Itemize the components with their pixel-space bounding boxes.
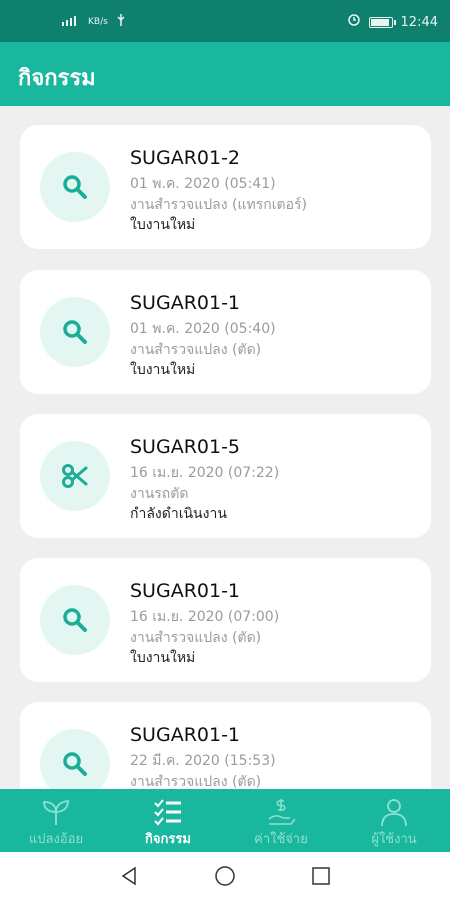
app-bar: กิจกรรม [0,42,450,106]
activity-status: ใบงานใหม่ [130,650,196,666]
sprout-icon [43,799,69,825]
search-icon [63,320,87,344]
back-icon[interactable] [117,864,141,888]
activity-card[interactable]: SUGAR01-1 16 เม.ย. 2020 (07:00) งานสำรวจ… [20,558,431,682]
activity-date: 01 พ.ค. 2020 (05:40) [130,321,276,337]
activity-title: SUGAR01-1 [130,292,241,314]
activity-icon-badge [40,297,110,367]
checklist-icon [154,799,181,826]
status-right: 12:44 [347,13,438,31]
activity-type: งานสำรวจแปลง (แทรกเตอร์) [130,197,308,213]
activity-icon-badge [40,152,110,222]
activity-date: 22 มี.ค. 2020 (15:53) [130,753,276,769]
activity-card[interactable]: SUGAR01-2 01 พ.ค. 2020 (05:41) งานสำรวจแ… [20,125,431,249]
clock: 12:44 [400,14,438,30]
nav-item-expenses[interactable]: ค่าใช้จ่าย [225,789,337,852]
user-icon [381,799,407,827]
activity-title: SUGAR01-1 [130,580,241,602]
network-speed-label: KB/s [88,16,108,27]
nav-item-sugarcane-plots[interactable]: แปลงอ้อย [0,789,112,852]
home-icon[interactable] [213,864,237,888]
nav-item-users[interactable]: ผู้ใช้งาน [338,789,450,852]
activity-date: 16 เม.ย. 2020 (07:22) [130,465,280,481]
activity-title: SUGAR01-5 [130,436,241,458]
battery-icon [368,16,396,28]
bottom-nav: แปลงอ้อย กิจกรรม ค่าใช้จ่าย ผู้ใช้งาน [0,789,450,852]
signal-icon [62,14,80,29]
money-hand-icon [268,799,296,825]
system-nav-bar [0,852,450,900]
status-bar: KB/s 12:44 [0,0,450,42]
alarm-icon [347,13,361,31]
usb-icon [116,13,126,30]
nav-label: แปลงอ้อย [28,832,84,847]
activity-type: งานรถตัด [130,486,189,502]
activity-icon-badge [40,441,110,511]
search-icon [63,752,87,776]
activity-card[interactable]: SUGAR01-1 01 พ.ค. 2020 (05:40) งานสำรวจแ… [20,270,431,394]
recent-apps-icon[interactable] [309,864,333,888]
search-icon [63,175,87,199]
activity-card[interactable]: SUGAR01-1 22 มี.ค. 2020 (15:53) งานสำรวจ… [20,702,431,789]
activity-list[interactable]: SUGAR01-2 01 พ.ค. 2020 (05:41) งานสำรวจแ… [0,106,450,789]
activity-title: SUGAR01-2 [130,147,241,169]
scissors-icon [62,464,88,488]
activity-date: 01 พ.ค. 2020 (05:41) [130,176,276,192]
battery-fill [370,18,389,26]
activity-status: ใบงานใหม่ [130,362,196,378]
activity-title: SUGAR01-1 [130,724,241,746]
nav-label: กิจกรรม [145,832,191,847]
activity-icon-badge [40,585,110,655]
activity-type: งานสำรวจแปลง (ตัด) [130,630,262,646]
nav-item-activities[interactable]: กิจกรรม [112,789,224,852]
activity-date: 16 เม.ย. 2020 (07:00) [130,609,280,625]
activity-type: งานสำรวจแปลง (ตัด) [130,774,262,789]
nav-label: ผู้ใช้งาน [371,832,417,847]
activity-type: งานสำรวจแปลง (ตัด) [130,342,262,358]
page-title: กิจกรรม [18,66,96,91]
activity-status: ใบงานใหม่ [130,217,196,233]
activity-status: กำลังดำเนินงาน [130,506,227,522]
activity-icon-badge [40,729,110,789]
activity-card[interactable]: SUGAR01-5 16 เม.ย. 2020 (07:22) งานรถตัด… [20,414,431,538]
status-left: KB/s [62,13,126,30]
search-icon [63,608,87,632]
nav-label: ค่าใช้จ่าย [254,832,308,847]
